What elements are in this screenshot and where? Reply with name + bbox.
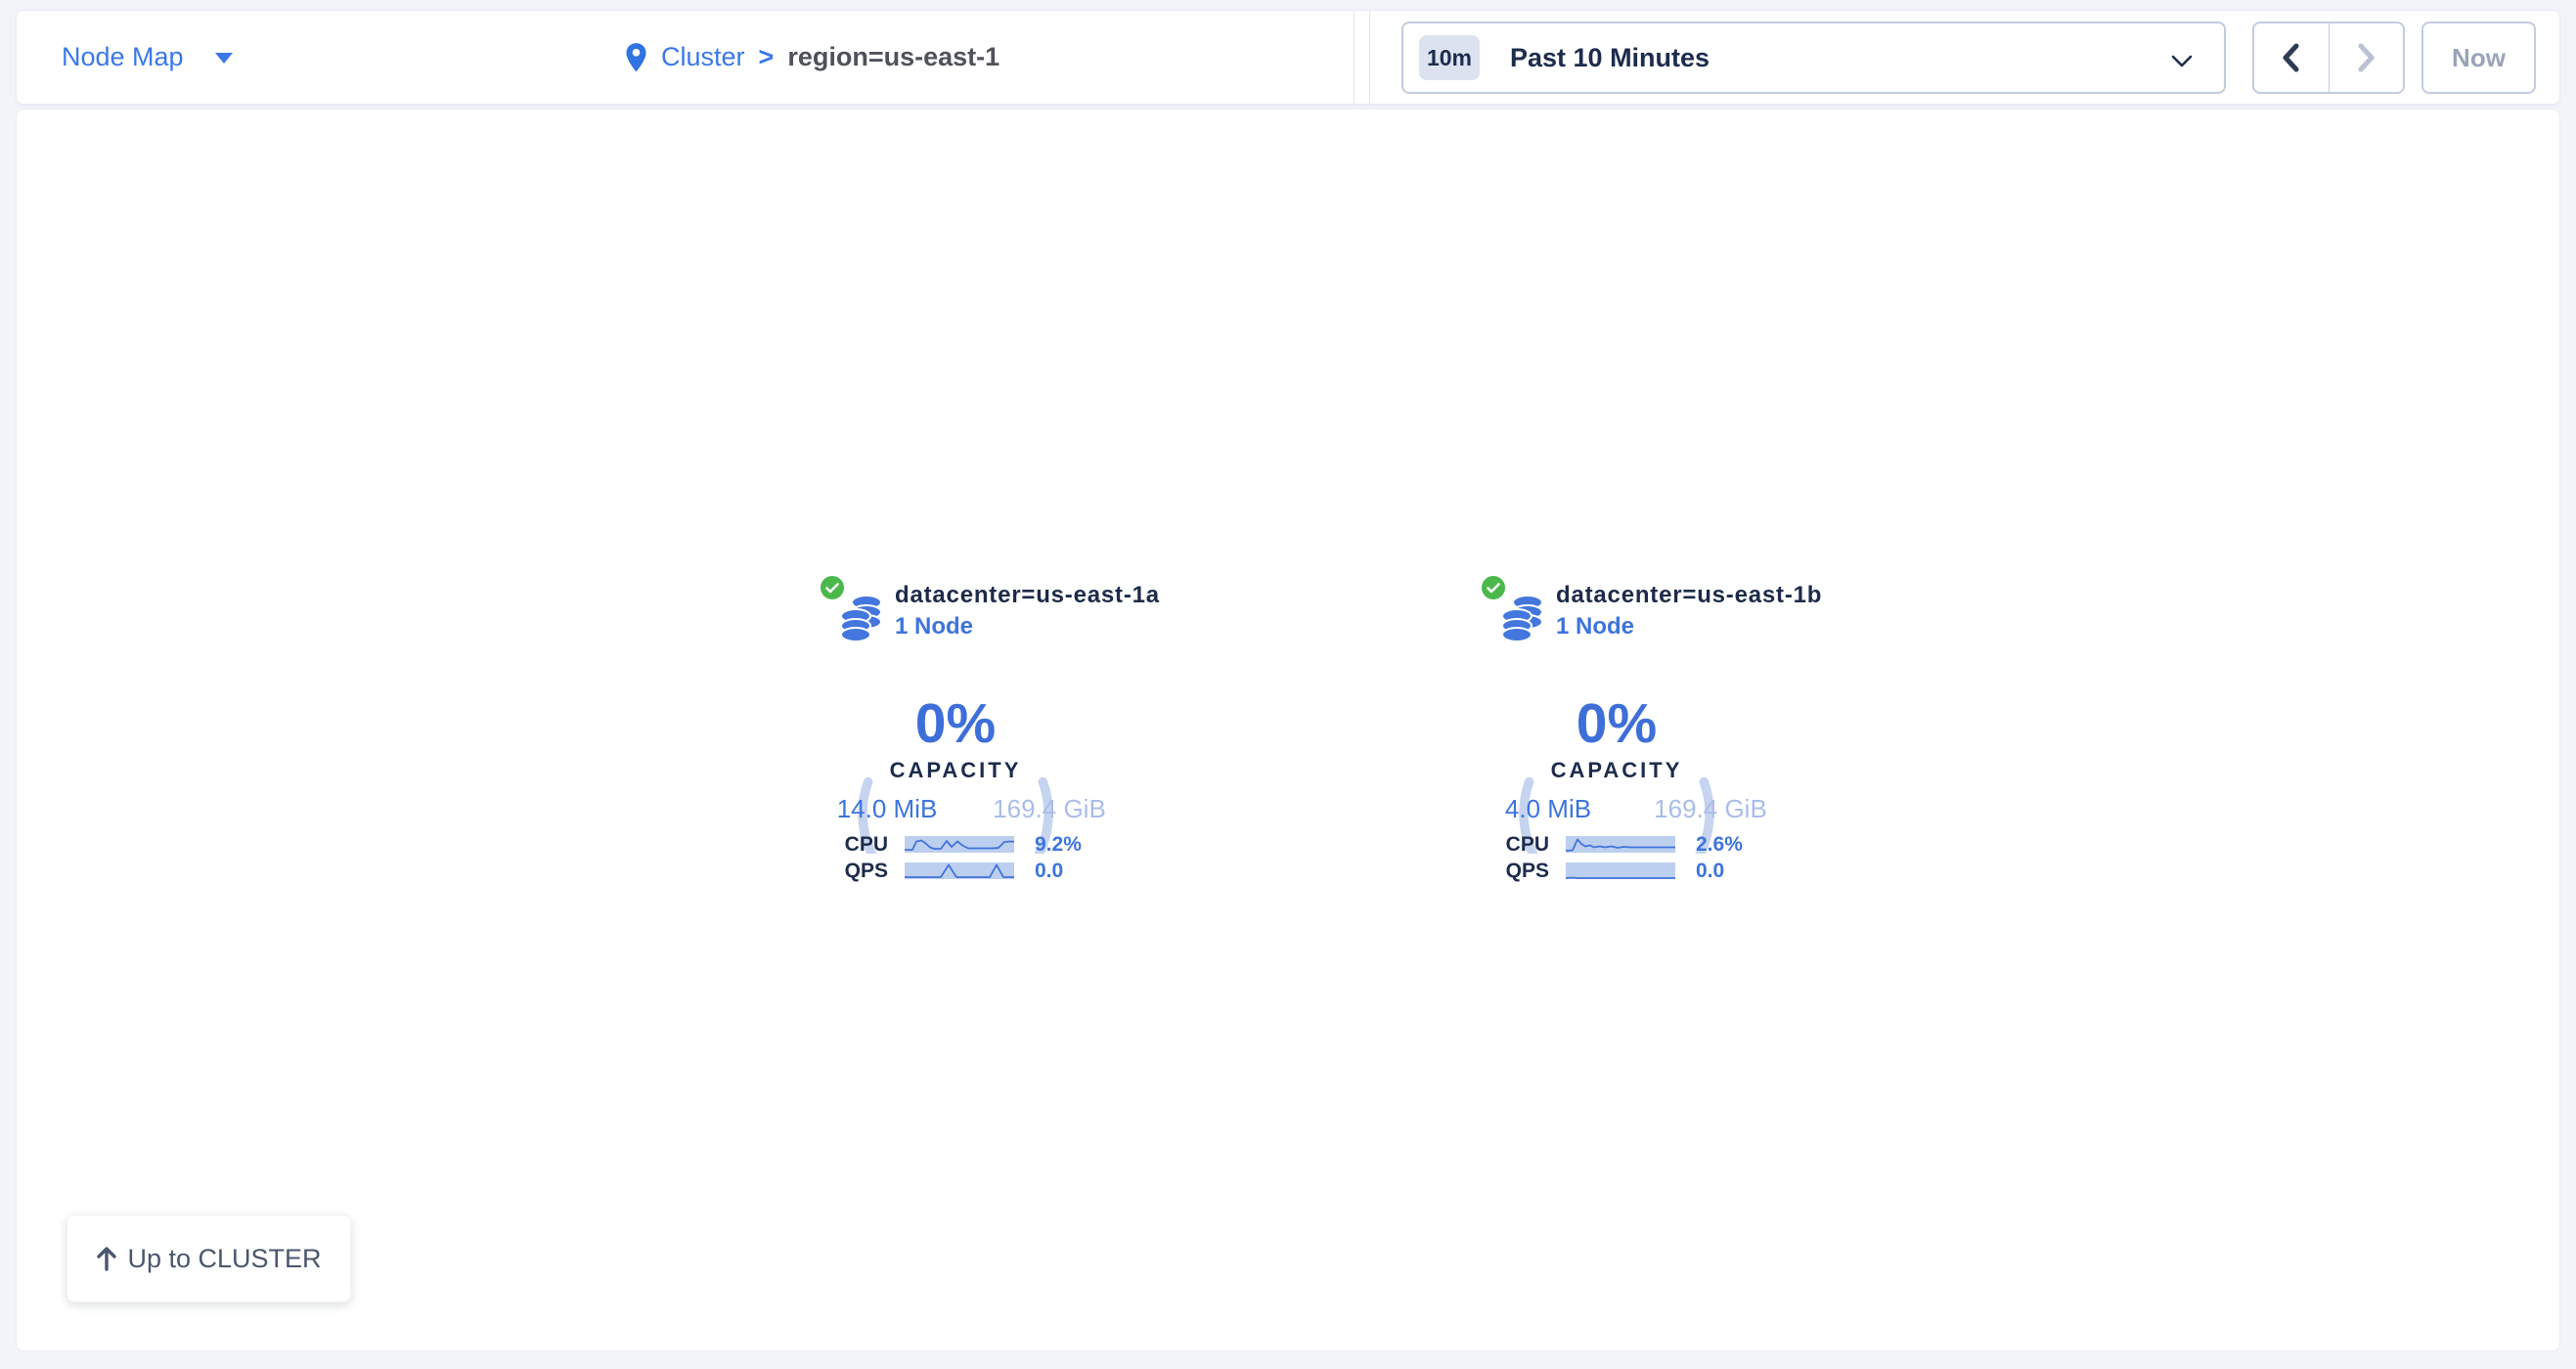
capacity-caption: CAPACITY: [1513, 758, 1720, 783]
view-selector-dropdown[interactable]: Node Map: [62, 11, 235, 104]
node-map-canvas: [16, 109, 2560, 1351]
check-circle-icon: [1480, 574, 1507, 601]
qps-sparkline: [1566, 862, 1675, 879]
view-selector-label: Node Map: [62, 42, 184, 72]
cpu-sparkline: [905, 836, 1014, 853]
breadcrumb-link-cluster[interactable]: Cluster: [661, 42, 745, 72]
up-to-cluster-label: Up to CLUSTER: [127, 1244, 321, 1274]
capacity-percent: 0%: [852, 696, 1059, 752]
datacenter-title: datacenter=us-east-1a: [895, 582, 1160, 609]
header-bar: Node Map Cluster > region=us-east-1 10m …: [16, 10, 2560, 105]
qps-label: QPS: [802, 862, 888, 880]
cpu-label: CPU: [1463, 836, 1549, 854]
now-button[interactable]: Now: [2421, 22, 2536, 94]
datacenter-node-count: 1 Node: [895, 613, 973, 640]
time-range-dropdown[interactable]: 10m Past 10 Minutes: [1401, 22, 2226, 94]
time-back-button[interactable]: [2254, 23, 2329, 92]
qps-value: 0.0: [1035, 862, 1063, 880]
cpu-label: CPU: [802, 836, 888, 854]
node-map-page: Node Map Cluster > region=us-east-1 10m …: [0, 0, 2576, 1369]
cpu-sparkline: [1566, 836, 1675, 853]
qps-value: 0.0: [1696, 862, 1724, 880]
datacenter-card-us-east-1a[interactable]: datacenter=us-east-1a 1 Node 0% CAPACITY…: [802, 572, 1213, 900]
chevron-left-icon: [2283, 43, 2299, 72]
capacity-used: 4.0 MiB: [1470, 794, 1626, 824]
time-range-badge: 10m: [1419, 35, 1480, 80]
capacity-total: 169.4 GiB: [971, 794, 1128, 824]
time-forward-button[interactable]: [2329, 23, 2404, 92]
cpu-value: 2.6%: [1696, 836, 1743, 854]
caret-down-icon: [213, 51, 235, 65]
header-divider: [1369, 11, 1370, 104]
capacity-caption: CAPACITY: [852, 758, 1059, 783]
database-stack-icon: [1500, 594, 1545, 642]
chevron-down-icon: [2171, 55, 2193, 67]
datacenter-title: datacenter=us-east-1b: [1556, 582, 1822, 609]
time-nav-group: [2252, 22, 2405, 94]
cpu-value: 9.2%: [1035, 836, 1082, 854]
breadcrumb: Cluster > region=us-east-1: [625, 11, 999, 104]
location-pin-icon: [625, 42, 647, 73]
breadcrumb-current: region=us-east-1: [787, 42, 999, 72]
header-divider: [1354, 11, 1355, 104]
arrow-up-icon: [96, 1246, 117, 1271]
up-to-cluster-button[interactable]: Up to CLUSTER: [67, 1214, 351, 1303]
capacity-percent: 0%: [1513, 696, 1720, 752]
chevron-right-icon: [2358, 43, 2375, 72]
capacity-used: 14.0 MiB: [809, 794, 965, 824]
time-range-label: Past 10 Minutes: [1510, 43, 1710, 73]
check-circle-icon: [819, 574, 846, 601]
datacenter-node-count: 1 Node: [1556, 613, 1634, 640]
capacity-total: 169.4 GiB: [1632, 794, 1789, 824]
breadcrumb-separator: >: [759, 42, 775, 72]
qps-sparkline: [905, 862, 1014, 879]
datacenter-card-us-east-1b[interactable]: datacenter=us-east-1b 1 Node 0% CAPACITY…: [1463, 572, 1874, 900]
database-stack-icon: [839, 594, 884, 642]
qps-label: QPS: [1463, 862, 1549, 880]
